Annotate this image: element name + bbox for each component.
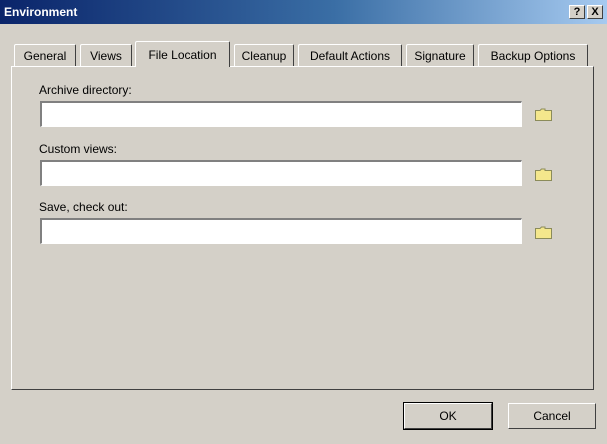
tab-general[interactable]: General [14, 44, 76, 66]
ok-button[interactable]: OK [403, 402, 493, 430]
cancel-button[interactable]: Cancel [508, 403, 596, 429]
archive-directory-field[interactable] [40, 101, 522, 127]
custom-views-input[interactable] [42, 162, 521, 185]
save-check-out-field[interactable] [40, 218, 522, 244]
tab-default-actions[interactable]: Default Actions [298, 44, 402, 66]
custom-views-label: Custom views: [39, 142, 118, 156]
title-bar: Environment ? X [0, 0, 607, 24]
tab-cleanup[interactable]: Cleanup [234, 44, 294, 66]
tab-views[interactable]: Views [80, 44, 132, 66]
folder-icon[interactable] [535, 226, 552, 239]
window-title: Environment [4, 5, 78, 19]
custom-views-field[interactable] [40, 160, 522, 186]
tab-backup-options[interactable]: Backup Options [478, 44, 588, 66]
tab-panel-file-location: Archive directory: Custom views: Save, c… [11, 66, 594, 390]
help-button[interactable]: ? [569, 5, 585, 19]
archive-directory-label: Archive directory: [39, 83, 132, 97]
save-check-out-label: Save, check out: [39, 200, 128, 214]
archive-directory-input[interactable] [42, 103, 521, 126]
tab-signature[interactable]: Signature [406, 44, 474, 66]
close-button[interactable]: X [587, 5, 603, 19]
folder-icon[interactable] [535, 168, 552, 181]
folder-icon[interactable] [535, 108, 552, 121]
tab-file-location[interactable]: File Location [135, 41, 230, 67]
save-check-out-input[interactable] [42, 220, 521, 243]
